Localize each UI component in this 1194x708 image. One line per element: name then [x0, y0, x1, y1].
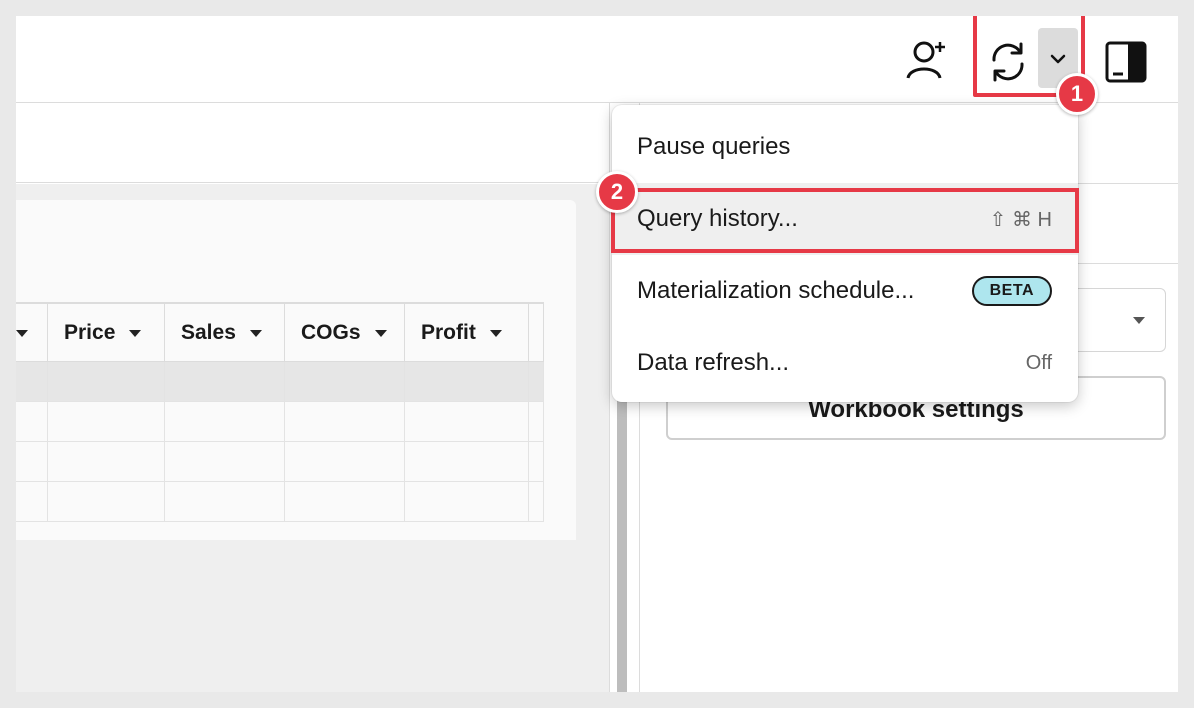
table-cell[interactable]	[285, 402, 405, 441]
column-header-price[interactable]: Price	[48, 304, 165, 362]
table-cell[interactable]	[16, 362, 48, 401]
add-user-icon[interactable]	[904, 38, 950, 84]
resize-handle[interactable]	[617, 383, 627, 692]
column-label: Sales	[181, 321, 236, 344]
table-row	[16, 362, 544, 402]
column-label: Profit	[421, 321, 476, 344]
column-label: Price	[64, 321, 116, 344]
table-cell	[529, 482, 544, 521]
table-cell[interactable]	[285, 482, 405, 521]
caret-down-icon[interactable]	[129, 329, 142, 337]
panel-toggle-icon[interactable]	[1104, 40, 1148, 84]
beta-badge: BETA	[971, 276, 1052, 306]
table-cell[interactable]	[165, 482, 285, 521]
caret-down-icon[interactable]	[249, 329, 262, 337]
column-label: COGs	[301, 321, 361, 344]
caret-down-icon[interactable]	[489, 329, 502, 337]
menu-item-materialization-schedule[interactable]: Materialization schedule... BETA	[612, 255, 1078, 327]
table-cell[interactable]	[16, 402, 48, 441]
table-cell[interactable]	[285, 442, 405, 481]
table-cell[interactable]	[405, 402, 529, 441]
column-header-sales[interactable]: Sales	[165, 304, 285, 362]
table-cell[interactable]	[405, 482, 529, 521]
table-cell[interactable]	[48, 442, 165, 481]
table-cell[interactable]	[48, 402, 165, 441]
top-toolbar	[16, 16, 1178, 103]
column-header[interactable]	[16, 304, 48, 362]
table-cell	[529, 362, 544, 401]
table-cell[interactable]	[48, 482, 165, 521]
callout-box-2	[611, 188, 1079, 253]
column-header-cogs[interactable]: COGs	[285, 304, 405, 362]
menu-item-data-refresh[interactable]: Data refresh... Off	[612, 327, 1078, 399]
table-cell[interactable]	[16, 442, 48, 481]
caret-down-icon[interactable]	[16, 329, 28, 337]
column-header-profit[interactable]: Profit	[405, 304, 529, 362]
column-header-spacer	[529, 304, 544, 362]
table-cell[interactable]	[165, 362, 285, 401]
table-cell[interactable]	[405, 362, 529, 401]
table-cell	[529, 402, 544, 441]
table-cell[interactable]	[285, 362, 405, 401]
menu-item-label: Pause queries	[637, 133, 791, 160]
caret-down-icon[interactable]	[374, 329, 387, 337]
table-cell	[529, 442, 544, 481]
data-table: Price Sales COGs Profit	[16, 302, 544, 522]
table-cell[interactable]	[48, 362, 165, 401]
table-header-row: Price Sales COGs Profit	[16, 302, 544, 362]
table-row	[16, 482, 544, 522]
secondary-toolbar	[16, 103, 609, 183]
caret-down-icon	[1133, 317, 1145, 324]
table-cell[interactable]	[165, 402, 285, 441]
table-row	[16, 442, 544, 482]
table-cell[interactable]	[405, 442, 529, 481]
step-badge-1: 1	[1056, 73, 1098, 115]
menu-item-pause-queries[interactable]: Pause queries	[612, 111, 1078, 183]
menu-item-label: Data refresh...	[637, 349, 790, 376]
step-badge-2: 2	[596, 171, 638, 213]
data-refresh-status: Off	[1025, 351, 1052, 374]
table-row	[16, 402, 544, 442]
table-cell[interactable]	[16, 482, 48, 521]
refresh-dropdown-menu: Pause queries Query history... ⇧ ⌘ H Mat…	[612, 105, 1078, 402]
table-cell[interactable]	[165, 442, 285, 481]
menu-item-label: Materialization schedule...	[637, 277, 915, 304]
app-window: Price Sales COGs Profit Workbook setting…	[16, 16, 1178, 692]
